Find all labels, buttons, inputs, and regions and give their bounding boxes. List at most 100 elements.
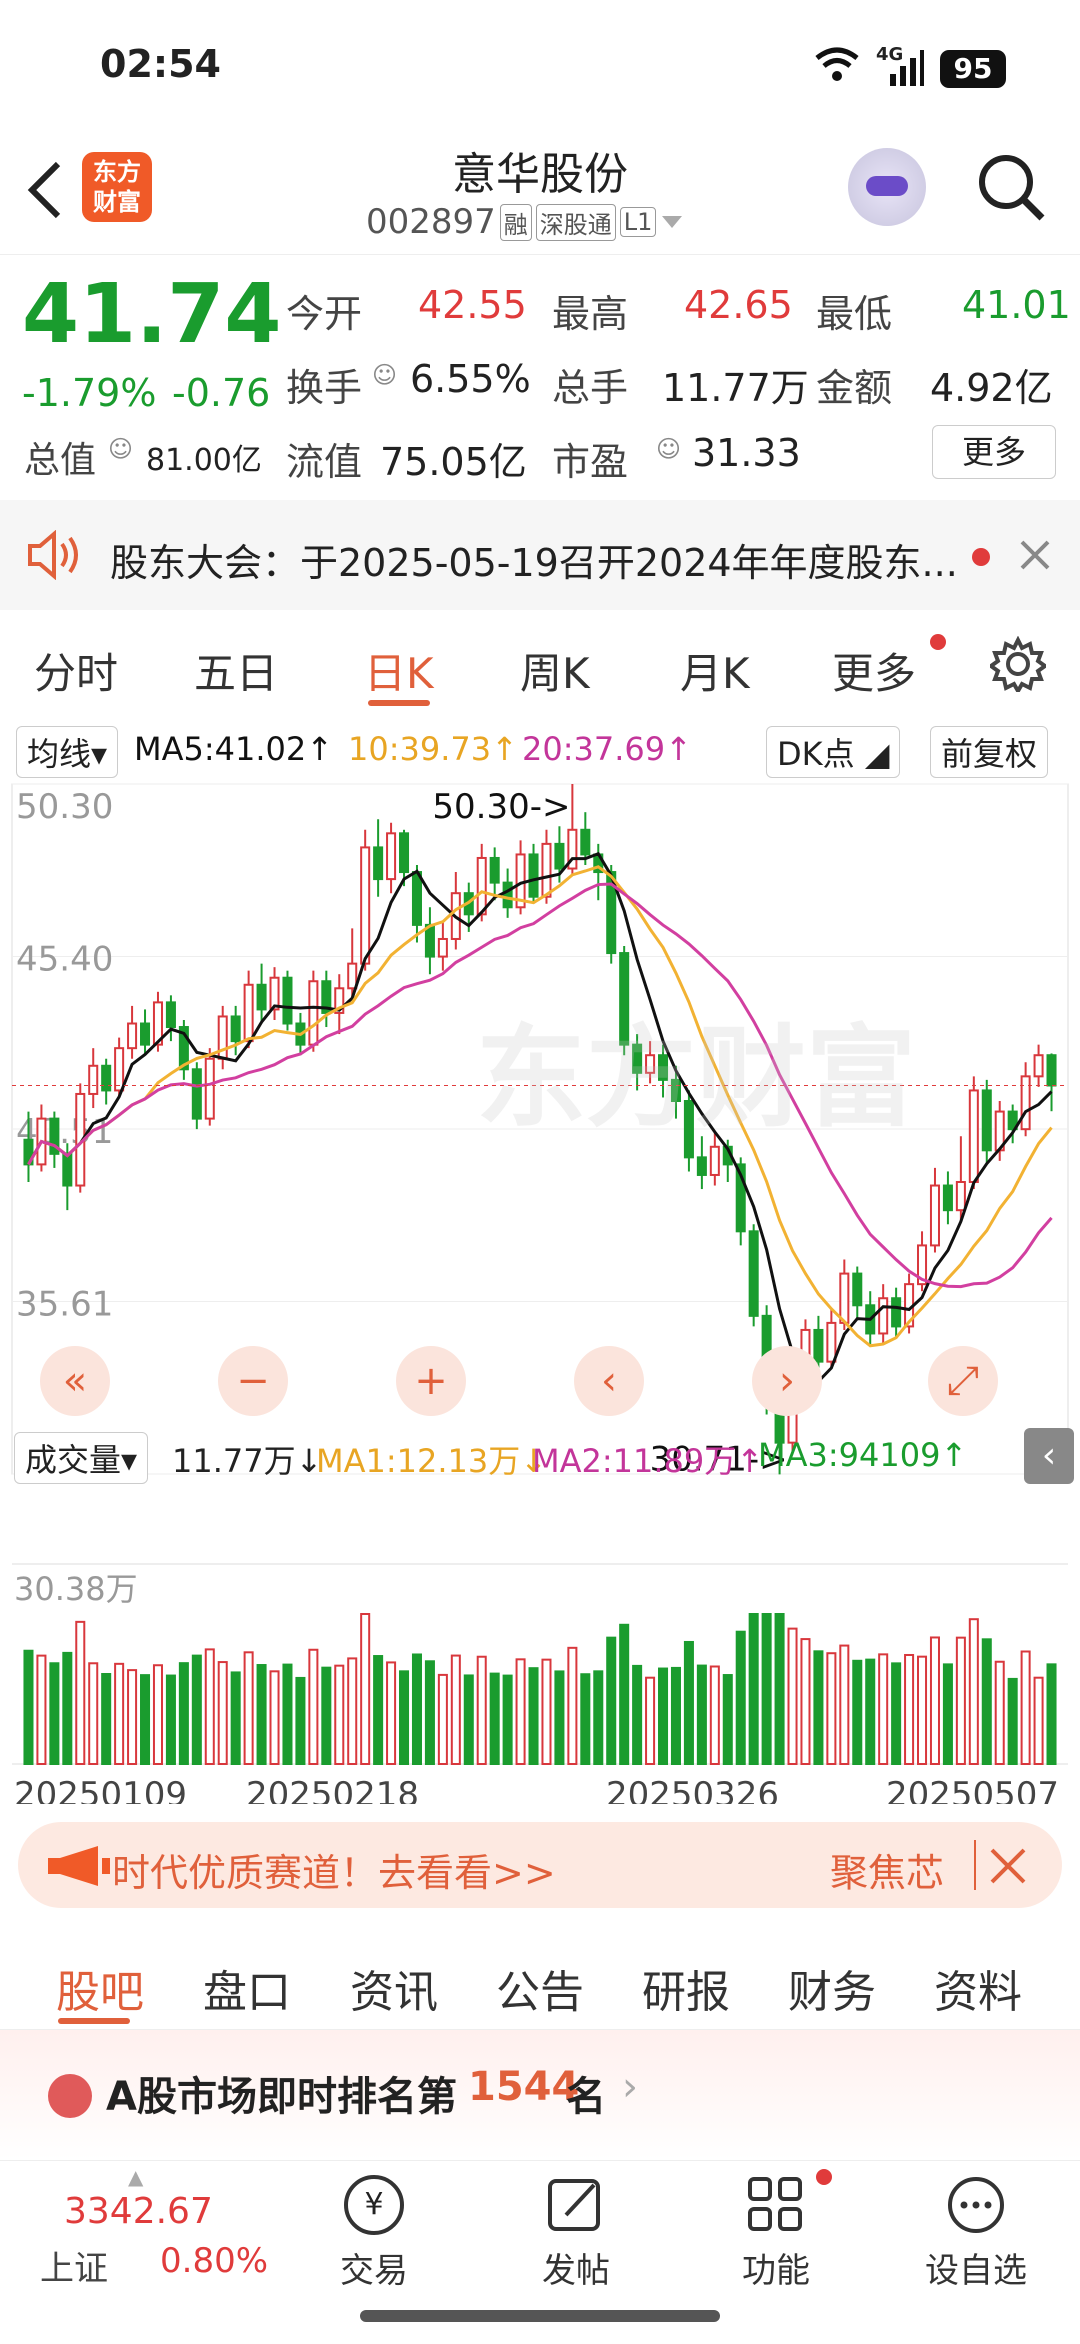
pe-value: 31.33 bbox=[692, 431, 801, 475]
tab-monthly[interactable]: 月K bbox=[680, 640, 750, 701]
chevron-right-icon: › bbox=[622, 2064, 638, 2110]
unread-dot bbox=[972, 548, 990, 566]
tab-finance[interactable]: 财务 bbox=[788, 1956, 876, 2020]
volume-bar bbox=[217, 1661, 228, 1765]
mktcap-value: 81.00亿 bbox=[146, 443, 262, 478]
indicator-selector[interactable]: 成交量▾ bbox=[14, 1432, 149, 1484]
tab-5day[interactable]: 五日 bbox=[194, 640, 278, 701]
candle-body bbox=[955, 1181, 966, 1212]
index-widget[interactable]: ▲ 3342.67 上证 0.80% bbox=[0, 2161, 280, 2301]
nav-functions-label: 功能 bbox=[742, 2251, 810, 2291]
candlestick-chart[interactable]: 50.3045.4040.5135.6130.7150.30->30.71->3… bbox=[0, 774, 1080, 1804]
next-icon[interactable]: › bbox=[752, 1346, 822, 1416]
signal-icon bbox=[890, 50, 924, 86]
tab-profile[interactable]: 资料 bbox=[934, 1956, 1022, 2020]
volume-bar bbox=[49, 1662, 60, 1765]
assistant-avatar[interactable] bbox=[848, 148, 926, 226]
volume-bar bbox=[917, 1655, 928, 1766]
candle-body bbox=[373, 846, 384, 881]
mktcap-label: 总值 bbox=[24, 440, 97, 481]
info-icon[interactable]: ☺ bbox=[108, 435, 133, 463]
app-logo: 东方 财富 bbox=[82, 152, 152, 222]
scroll-left-icon[interactable]: « bbox=[40, 1346, 110, 1416]
zoom-out-icon[interactable]: − bbox=[218, 1346, 288, 1416]
gear-icon[interactable] bbox=[990, 636, 1046, 692]
tab-announcements[interactable]: 公告 bbox=[496, 1956, 584, 2020]
tab-forum[interactable]: 股吧 bbox=[56, 1956, 144, 2020]
candle-body bbox=[852, 1272, 863, 1307]
volume-bar bbox=[463, 1674, 474, 1765]
volume-bar bbox=[399, 1670, 410, 1766]
volume-bar bbox=[929, 1636, 940, 1765]
volume-bar bbox=[800, 1638, 811, 1765]
prev-icon[interactable]: ‹ bbox=[574, 1346, 644, 1416]
dk-selector[interactable]: DK点 ◢ bbox=[766, 726, 901, 778]
x-tick-label: 20250326 bbox=[606, 1775, 779, 1804]
close-icon[interactable] bbox=[988, 1846, 1028, 1886]
volume-bar bbox=[321, 1666, 332, 1765]
nav-trade[interactable]: ¥ 交易 bbox=[274, 2161, 474, 2301]
volume-bar bbox=[424, 1660, 435, 1765]
candle-body bbox=[347, 962, 358, 990]
more-button[interactable]: 更多 bbox=[932, 425, 1056, 479]
adjust-button[interactable]: 前复权 bbox=[930, 726, 1049, 778]
close-icon[interactable] bbox=[1018, 538, 1052, 572]
volume-bar bbox=[165, 1674, 176, 1765]
volume-bar bbox=[476, 1655, 487, 1765]
notice-bar[interactable]: 股东大会：于2025-05-19召开2024年年度股东... bbox=[0, 500, 1080, 610]
volume-bar bbox=[191, 1654, 202, 1766]
tab-timeshare[interactable]: 分时 bbox=[34, 640, 118, 701]
nav-watchlist[interactable]: 设自选 bbox=[876, 2161, 1076, 2301]
candle-body bbox=[709, 1145, 720, 1176]
rank-icon bbox=[48, 2074, 92, 2118]
nav-post[interactable]: 发帖 bbox=[476, 2161, 676, 2301]
volume-bar bbox=[489, 1672, 500, 1766]
volume-bar bbox=[632, 1664, 643, 1765]
stock-code-row[interactable]: 002897 融 深股通 L1 bbox=[366, 202, 684, 242]
tab-orderbook[interactable]: 盘口 bbox=[203, 1956, 291, 2020]
candle-body bbox=[243, 983, 254, 1043]
tab-weekly[interactable]: 周K bbox=[520, 640, 590, 701]
zoom-in-icon[interactable]: + bbox=[396, 1346, 466, 1416]
tab-research[interactable]: 研报 bbox=[642, 1956, 730, 2020]
volume-bar bbox=[243, 1651, 254, 1766]
search-icon[interactable] bbox=[974, 150, 1050, 226]
tab-daily[interactable]: 日K bbox=[364, 640, 434, 701]
tab-more[interactable]: 更多 bbox=[832, 640, 916, 701]
volume-bar bbox=[994, 1660, 1005, 1765]
high-marker: 50.30-> bbox=[432, 787, 570, 827]
tab-news[interactable]: 资讯 bbox=[350, 1956, 438, 2020]
rank-row[interactable]: A股市场即时排名第 1544 名 › bbox=[0, 2030, 1080, 2160]
high-label: 最高 bbox=[552, 292, 629, 336]
volume-bar bbox=[282, 1663, 293, 1766]
info-icon[interactable]: ☺ bbox=[656, 435, 681, 463]
collapse-icon[interactable]: ‹ bbox=[1024, 1428, 1074, 1484]
candle-body bbox=[502, 881, 513, 909]
fullscreen-icon[interactable]: ⤢ bbox=[928, 1346, 998, 1416]
candle-body bbox=[127, 1022, 138, 1050]
nav-functions[interactable]: 功能 bbox=[676, 2161, 876, 2301]
volume-bar bbox=[955, 1636, 966, 1766]
promo-banner[interactable]: 时代优质赛道！去看看>> 聚焦芯 bbox=[18, 1822, 1062, 1908]
volume-bar bbox=[127, 1669, 138, 1765]
candle-body bbox=[489, 856, 500, 884]
y-tick-label: 50.30 bbox=[16, 787, 113, 827]
candle-body bbox=[1020, 1075, 1031, 1131]
volume-bar bbox=[968, 1618, 979, 1766]
notice-text: 股东大会：于2025-05-19召开2024年年度股东... bbox=[110, 541, 958, 585]
vol-label: 成交量 bbox=[25, 1441, 122, 1479]
ma-selector[interactable]: 均线▾ bbox=[16, 726, 119, 778]
candle-body bbox=[114, 1047, 125, 1092]
volume-bar bbox=[88, 1662, 99, 1766]
volume-max-label: 30.38万 bbox=[14, 1570, 138, 1608]
candle-body bbox=[826, 1321, 837, 1363]
volume-bar bbox=[62, 1651, 73, 1766]
info-icon[interactable]: ☺ bbox=[372, 361, 397, 389]
index-name: 上证 bbox=[40, 2249, 108, 2289]
volume-bar bbox=[334, 1664, 345, 1765]
open-value: 42.55 bbox=[418, 283, 527, 327]
back-icon[interactable] bbox=[24, 160, 64, 220]
candle-body bbox=[88, 1064, 99, 1095]
index-value: 3342.67 bbox=[64, 2191, 213, 2232]
caret-up-icon: ▲ bbox=[128, 2165, 144, 2189]
